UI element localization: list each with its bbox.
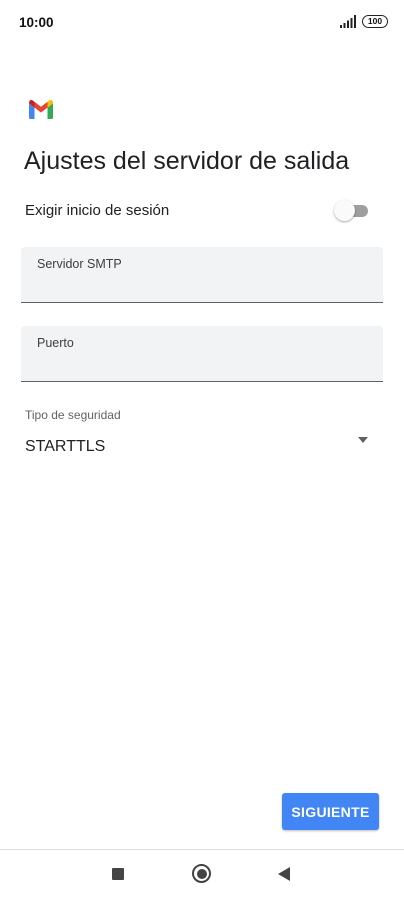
- security-type-value: STARTTLS: [25, 438, 106, 455]
- port-input[interactable]: [37, 354, 367, 376]
- triangle-back-icon[interactable]: [278, 867, 290, 881]
- next-button[interactable]: SIGUIENTE: [282, 793, 379, 830]
- smtp-server-input[interactable]: [37, 275, 367, 297]
- require-login-label: Exigir inicio de sesión: [25, 202, 170, 219]
- port-field[interactable]: Puerto: [21, 326, 383, 382]
- gmail-logo-icon: [29, 100, 53, 119]
- toggle-thumb: [334, 200, 355, 221]
- circle-icon[interactable]: [192, 864, 211, 883]
- status-time: 10:00: [19, 15, 54, 30]
- security-type-label: Tipo de seguridad: [25, 408, 121, 422]
- battery-icon: 100: [362, 15, 388, 28]
- smtp-server-field[interactable]: Servidor SMTP: [21, 247, 383, 303]
- square-icon[interactable]: [112, 868, 124, 880]
- navigation-bar: [0, 849, 404, 897]
- require-login-toggle[interactable]: [334, 200, 370, 222]
- screen: 10:00 100 Ajustes del servidor de salida…: [0, 0, 404, 897]
- security-type-dropdown[interactable]: STARTTLS: [21, 430, 383, 464]
- page-title: Ajustes del servidor de salida: [24, 147, 350, 175]
- dropdown-arrow-icon: [358, 437, 368, 443]
- status-bar: 10:00 100: [0, 0, 404, 46]
- signal-bars-icon: [340, 15, 356, 28]
- smtp-server-label: Servidor SMTP: [37, 257, 122, 271]
- port-label: Puerto: [37, 336, 74, 350]
